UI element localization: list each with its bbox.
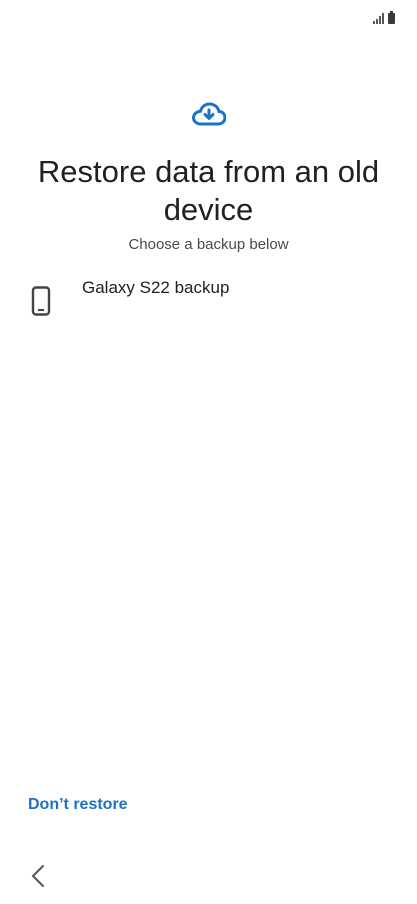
signal-bars-icon — [373, 12, 384, 24]
cloud-download-icon — [191, 102, 226, 126]
page-title: Restore data from an old device — [37, 154, 380, 227]
battery-icon — [388, 11, 395, 24]
backup-list-item[interactable]: Galaxy S22 backup — [18, 272, 399, 324]
chevron-left-icon[interactable] — [27, 863, 49, 889]
status-bar — [373, 10, 395, 24]
dont-restore-button[interactable]: Don’t restore — [28, 796, 128, 814]
page-subtitle: Choose a backup below — [128, 236, 289, 253]
backup-item-label: Galaxy S22 backup — [82, 278, 230, 297]
smartphone-icon — [31, 286, 51, 316]
